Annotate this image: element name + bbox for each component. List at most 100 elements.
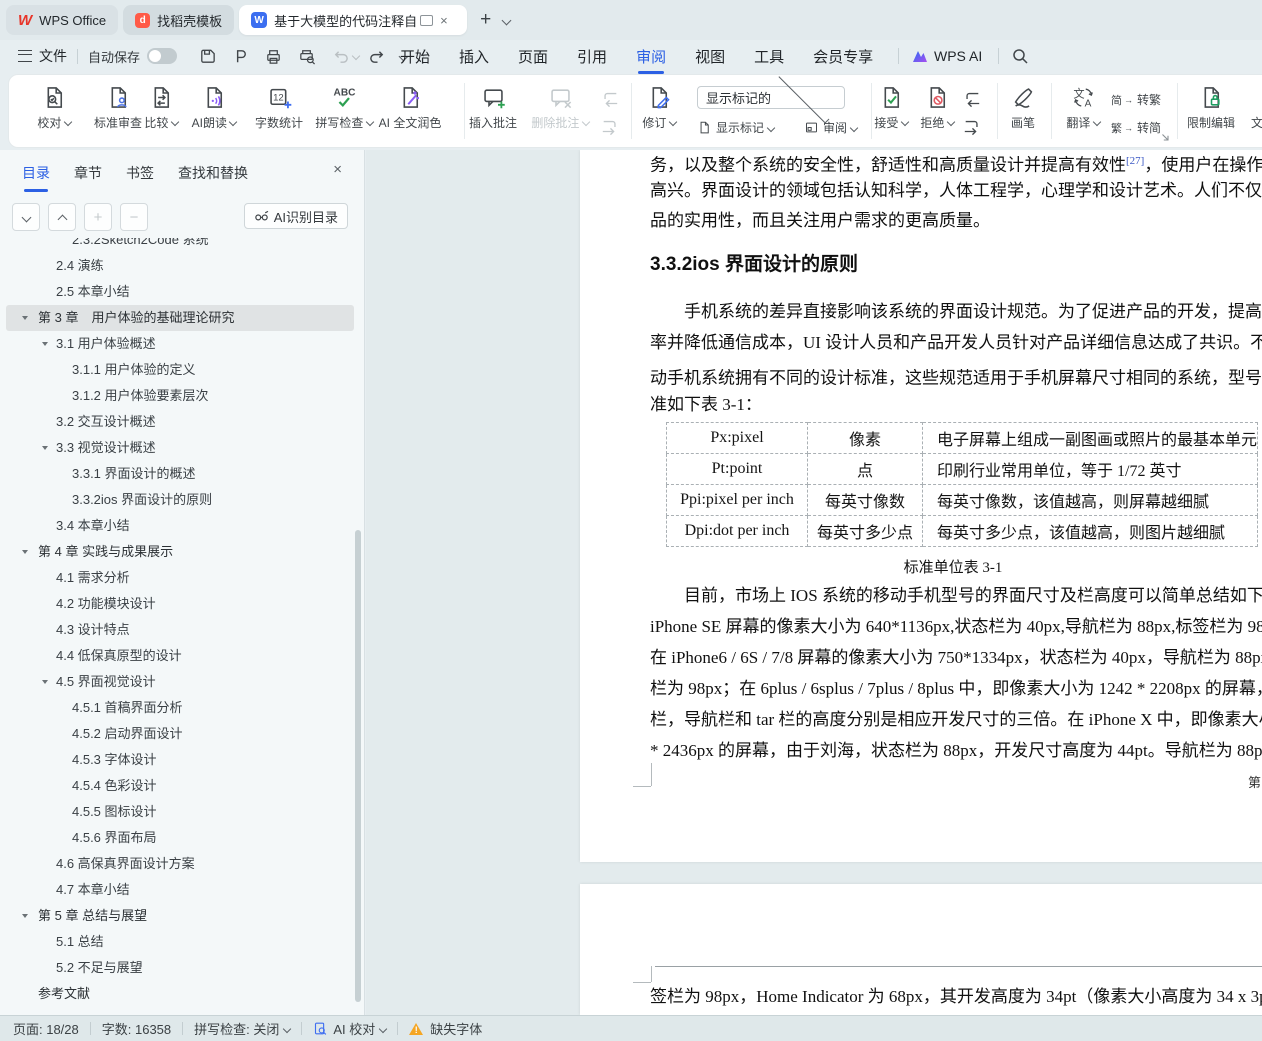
undo-history-chevron-icon[interactable] xyxy=(352,52,360,60)
dropdown-chevron-icon xyxy=(767,123,775,131)
toc-item[interactable]: 2.3.2Sketch2Code 系统 xyxy=(6,238,354,253)
ai-read-aloud-button[interactable]: AI朗读 xyxy=(190,84,238,131)
toc-item[interactable]: 第 4 章 实践与成果展示 xyxy=(6,539,354,565)
ai-polish-button[interactable]: AI 全文润色 xyxy=(362,84,458,131)
to-traditional-button[interactable]: 简→ 转繁 xyxy=(1111,91,1161,108)
autosave-toggle[interactable] xyxy=(147,48,177,64)
wps-ai-label: WPS AI xyxy=(934,48,982,64)
new-tab-button[interactable]: + xyxy=(480,9,491,31)
dialog-launcher-icon[interactable] xyxy=(1161,133,1170,142)
search-icon[interactable] xyxy=(1010,46,1030,66)
toc-item[interactable]: 3.2 交互设计概述 xyxy=(6,409,354,435)
hamburger-menu-icon[interactable] xyxy=(18,50,32,62)
toc-item[interactable]: 4.5.5 图标设计 xyxy=(6,799,354,825)
print-preview-button[interactable] xyxy=(297,47,317,66)
compare-button[interactable]: 比较 xyxy=(137,84,185,131)
sidebar-tab-contents[interactable]: 目录 xyxy=(22,163,50,183)
close-tab-icon[interactable]: × xyxy=(440,13,448,28)
tab-list-chevron-icon[interactable] xyxy=(502,15,512,25)
track-changes-button[interactable]: 修订 xyxy=(635,84,683,131)
toc-item[interactable]: 4.2 功能模块设计 xyxy=(6,591,354,617)
toc-item[interactable]: 4.5.1 首稿界面分析 xyxy=(6,695,354,721)
document-page-19[interactable]: 签栏为 98px，Home Indicator 为 68px，其开发高度为 34… xyxy=(580,884,1262,1015)
spell-check-status[interactable]: 拼写检查: 关闭 xyxy=(194,1019,290,1038)
sidebar-tab-find-replace[interactable]: 查找和替换 xyxy=(178,163,248,183)
menu-tab-reference[interactable]: 引用 xyxy=(577,46,607,67)
word-count-indicator[interactable]: 字数: 16358 xyxy=(102,1019,171,1038)
toc-item[interactable]: 2.5 本章小结 xyxy=(6,279,354,305)
menu-tab-review[interactable]: 审阅 xyxy=(636,46,666,67)
page-indicator[interactable]: 页面: 18/28 xyxy=(13,1019,79,1038)
menu-tab-start[interactable]: 开始 xyxy=(400,46,430,67)
sidebar-tab-bookmarks[interactable]: 书签 xyxy=(126,163,154,183)
insert-comment-button[interactable]: 插入批注 xyxy=(461,84,525,131)
toggle-knob xyxy=(149,50,161,62)
toc-item[interactable]: 3.1.1 用户体验的定义 xyxy=(6,357,354,383)
restrict-editing-button[interactable]: 限制编辑 xyxy=(1181,84,1241,131)
save-button[interactable] xyxy=(198,47,217,66)
ai-detect-toc-button[interactable]: AI识别目录 xyxy=(244,203,348,229)
toc-item[interactable]: 4.4 低保真原型的设计 xyxy=(6,643,354,669)
document-page-18[interactable]: 务，以及整个系统的安全性，舒适性和高质量设计并提高有效性[27]，使用户在操作时… xyxy=(580,150,1262,862)
accept-change-button[interactable]: 接受 xyxy=(867,84,915,131)
toc-item[interactable]: 3.1.2 用户体验要素层次 xyxy=(6,383,354,409)
toc-item[interactable]: 4.1 需求分析 xyxy=(6,565,354,591)
open-in-window-icon[interactable] xyxy=(420,15,433,26)
toc-item[interactable]: 3.4 本章小结 xyxy=(6,513,354,539)
pen-button[interactable]: 画笔 xyxy=(999,84,1047,131)
toc-item[interactable]: 5.2 不足与展望 xyxy=(6,955,354,981)
toc-item[interactable]: 4.5.4 色彩设计 xyxy=(6,773,354,799)
menu-tab-tools[interactable]: 工具 xyxy=(754,46,784,67)
expand-all-button[interactable] xyxy=(48,203,76,231)
collapse-all-button[interactable] xyxy=(12,203,40,231)
word-count-button[interactable]: 12 字数统计 xyxy=(249,84,309,131)
toc-item[interactable]: 4.5 界面视觉设计 xyxy=(6,669,354,695)
menu-tab-view[interactable]: 视图 xyxy=(695,46,725,67)
ai-proofread-status[interactable]: AI 校对 xyxy=(313,1019,386,1038)
close-sidebar-icon[interactable]: × xyxy=(333,161,342,178)
toc-item[interactable]: 4.5.2 启动界面设计 xyxy=(6,721,354,747)
toc-item[interactable]: 4.6 高保真界面设计方案 xyxy=(6,851,354,877)
toc-item[interactable]: 参考文献 xyxy=(6,981,354,1007)
toc-item[interactable]: 4.5.6 界面布局 xyxy=(6,825,354,851)
toc-item[interactable]: 3.3 视觉设计概述 xyxy=(6,435,354,461)
tab-document[interactable]: W 基于大模型的代码注释自动生 × xyxy=(239,5,467,35)
translate-icon: 文A xyxy=(1070,84,1097,111)
toc-item[interactable]: 4.5.3 字体设计 xyxy=(6,747,354,773)
menu-tab-insert[interactable]: 插入 xyxy=(459,46,489,67)
toc-item[interactable]: 4.7 本章小结 xyxy=(6,877,354,903)
next-change-button[interactable] xyxy=(959,115,985,139)
translate-button[interactable]: 文A 翻译 xyxy=(1059,84,1107,131)
document-permission-button[interactable]: 文档权限 xyxy=(1245,84,1262,131)
toc-item[interactable]: 3.1 用户体验概述 xyxy=(6,331,354,357)
tab-wps-home[interactable]: W WPS Office xyxy=(6,5,118,35)
toc-item[interactable]: 第 3 章 用户体验的基础理论研究 xyxy=(6,305,354,331)
sidebar-scrollbar[interactable] xyxy=(355,530,361,1002)
menu-tab-member[interactable]: 会员专享 xyxy=(813,46,873,67)
wps-ai-button[interactable]: WPS AI xyxy=(912,40,982,72)
file-menu[interactable]: 文件 xyxy=(39,46,67,66)
redo-button[interactable] xyxy=(368,47,387,66)
divider xyxy=(90,1022,91,1035)
menu-tab-page[interactable]: 页面 xyxy=(518,46,548,67)
previous-change-button[interactable] xyxy=(959,87,985,111)
toc-item[interactable]: 3.3.2ios 界面设计的原则 xyxy=(6,487,354,513)
reviewer-pane-button[interactable]: 审阅 xyxy=(804,119,857,136)
missing-font-warning[interactable]: 缺失字体 xyxy=(409,1019,482,1038)
reject-change-button[interactable]: 拒绝 xyxy=(913,84,961,131)
toc-item[interactable]: 5.1 总结 xyxy=(6,929,354,955)
sidebar-tab-chapters[interactable]: 章节 xyxy=(74,163,102,183)
toc-item[interactable]: 4.3 设计特点 xyxy=(6,617,354,643)
undo-button[interactable] xyxy=(331,47,350,66)
docer-icon: d xyxy=(135,13,150,28)
markup-state-select[interactable]: 显示标记的最终状态 xyxy=(697,86,845,109)
toc-item[interactable]: 第 5 章 总结与展望 xyxy=(6,903,354,929)
print-button[interactable] xyxy=(264,47,283,66)
export-pdf-button[interactable] xyxy=(231,47,250,66)
toc-item[interactable]: 2.4 演练 xyxy=(6,253,354,279)
tab-docer-templates[interactable]: d 找稻壳模板 xyxy=(123,5,234,35)
show-markup-button[interactable]: 显示标记 xyxy=(697,119,774,136)
to-simplified-button[interactable]: 繁→ 转简 xyxy=(1111,119,1161,136)
proofread-button[interactable]: 校对 xyxy=(30,84,78,131)
toc-item[interactable]: 3.3.1 界面设计的概述 xyxy=(6,461,354,487)
